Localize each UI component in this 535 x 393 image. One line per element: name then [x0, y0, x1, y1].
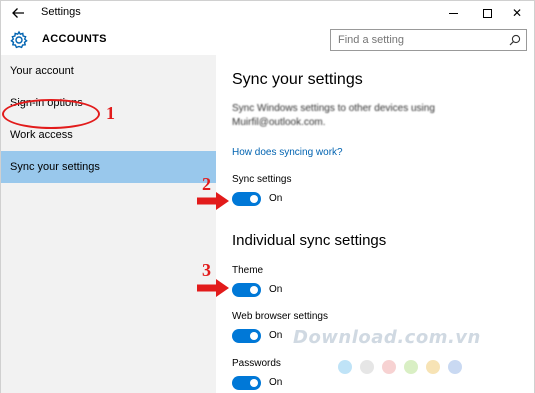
- close-button[interactable]: ✕: [501, 1, 533, 25]
- watermark-logo: Download.com.vn: [293, 327, 481, 348]
- red-arrow-icon: [197, 279, 229, 297]
- sidebar-item-your-account[interactable]: Your account: [1, 55, 216, 87]
- web-browser-settings-label: Web browser settings: [232, 311, 328, 322]
- minimize-button[interactable]: [437, 1, 469, 25]
- minimize-icon: [448, 13, 458, 15]
- page-header: ACCOUNTS: [1, 25, 534, 55]
- watermark-dot: [404, 360, 418, 374]
- how-syncing-works-link[interactable]: How does syncing work?: [232, 147, 343, 158]
- search-icon[interactable]: [509, 34, 521, 46]
- toggle-knob: [250, 379, 258, 387]
- section-heading-individual: Individual sync settings: [232, 232, 387, 249]
- toggle-state-label: On: [269, 193, 283, 204]
- search-box[interactable]: [330, 29, 527, 51]
- watermark-dot: [338, 360, 352, 374]
- passwords-toggle[interactable]: [232, 376, 261, 390]
- title-bar: Settings ✕: [1, 1, 534, 25]
- watermark-dot: [360, 360, 374, 374]
- watermark-dot: [382, 360, 396, 374]
- annotation-number-1: 1: [106, 103, 115, 123]
- page-title: ACCOUNTS: [42, 33, 107, 45]
- toggle-knob: [250, 332, 258, 340]
- back-arrow-icon[interactable]: [6, 2, 30, 24]
- toggle-knob: [250, 195, 258, 203]
- red-arrow-icon: [197, 192, 229, 210]
- watermark-dot: [448, 360, 462, 374]
- watermark-dot: [426, 360, 440, 374]
- toggle-state-label: On: [269, 330, 283, 341]
- theme-label: Theme: [232, 265, 264, 276]
- toggle-knob: [250, 286, 258, 294]
- maximize-button[interactable]: [471, 1, 503, 25]
- sync-settings-label: Sync settings: [232, 174, 292, 185]
- sidebar-item-sync-your-settings[interactable]: Sync your settings: [1, 151, 216, 183]
- window-title: Settings: [41, 6, 81, 18]
- search-input[interactable]: [331, 30, 506, 50]
- close-icon: ✕: [511, 6, 523, 20]
- settings-window: Settings ✕ ACCOUNTS Your account: [0, 0, 535, 393]
- sync-description-line-2: Muirfil@outlook.com.: [232, 117, 326, 128]
- web-browser-settings-toggle[interactable]: [232, 329, 261, 343]
- theme-toggle[interactable]: [232, 283, 261, 297]
- toggle-state-label: On: [269, 377, 283, 388]
- section-heading-sync: Sync your settings: [232, 71, 363, 88]
- annotation-ellipse: [2, 99, 100, 129]
- gear-icon: [10, 30, 28, 49]
- maximize-icon: [482, 9, 492, 19]
- sync-settings-toggle[interactable]: [232, 192, 261, 206]
- toggle-state-label: On: [269, 284, 283, 295]
- passwords-label: Passwords: [232, 358, 281, 369]
- sync-description-line-1: Sync Windows settings to other devices u…: [232, 103, 435, 114]
